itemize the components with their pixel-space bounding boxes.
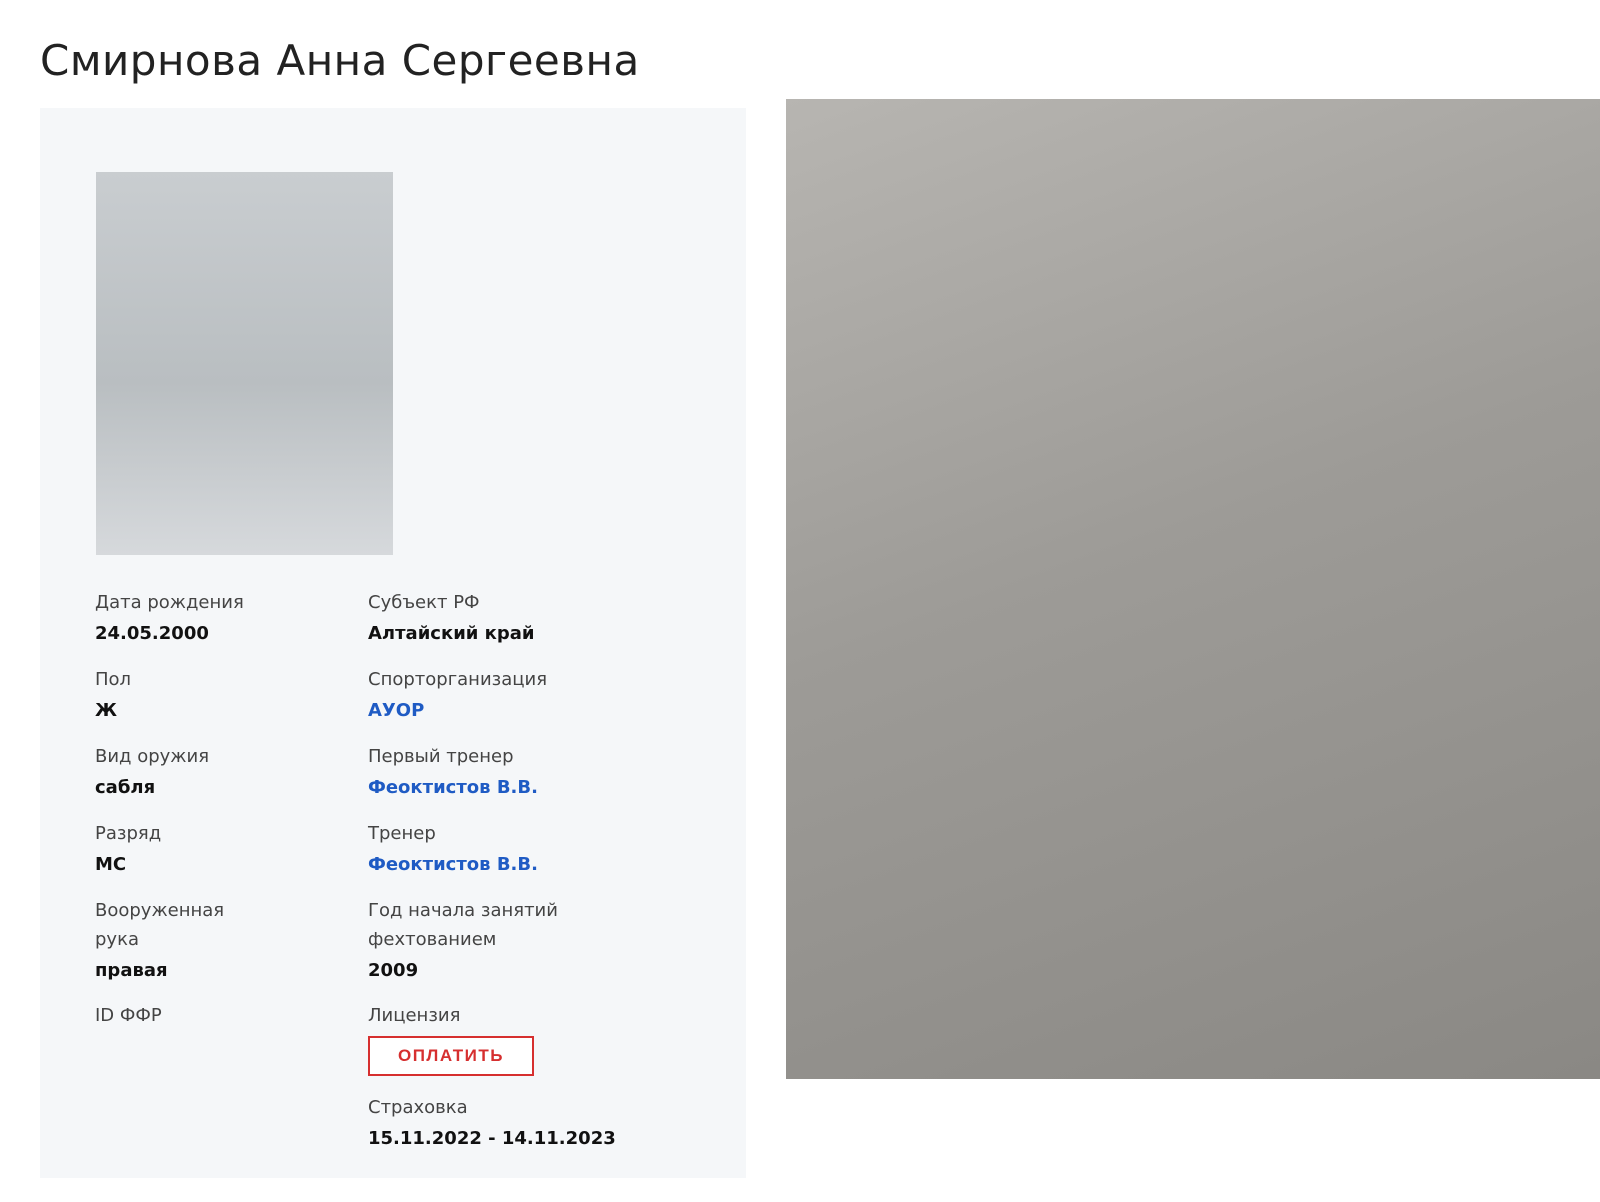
sport-org-field: Спорторганизация АУОР <box>368 665 547 727</box>
profile-card: Дата рождения 24.05.2000 Пол Ж Вид оружи… <box>40 108 746 1178</box>
weapon-field: Вид оружия сабля <box>95 742 209 804</box>
ffr-id-field: ID ФФР <box>95 1001 162 1030</box>
page-title: Смирнова Анна Сергеевна <box>40 36 640 85</box>
gender-label: Пол <box>95 669 132 690</box>
rank-value: МС <box>95 854 127 875</box>
first-coach-field: Первый тренер Феоктистов В.В. <box>368 742 538 804</box>
birth-date-label: Дата рождения <box>95 592 244 613</box>
start-year-label: Год начала занятий фехтованием <box>368 900 558 950</box>
insurance-label: Страховка <box>368 1097 468 1118</box>
region-field: Субъект РФ Алтайский край <box>368 588 535 650</box>
license-label: Лицензия <box>368 1005 461 1026</box>
insurance-field: Страховка 15.11.2022 - 14.11.2023 <box>368 1093 616 1155</box>
social-media-photo <box>786 99 1600 1079</box>
insurance-value: 15.11.2022 - 14.11.2023 <box>368 1128 616 1149</box>
birth-date-value: 24.05.2000 <box>95 623 209 644</box>
weapon-label: Вид оружия <box>95 746 210 767</box>
first-coach-link[interactable]: Феоктистов В.В. <box>368 772 538 804</box>
region-label: Субъект РФ <box>368 592 480 613</box>
sport-org-label: Спорторганизация <box>368 669 548 690</box>
rank-field: Разряд МС <box>95 819 161 881</box>
sport-org-link[interactable]: АУОР <box>368 695 547 727</box>
coach-field: Тренер Феоктистов В.В. <box>368 819 538 881</box>
start-year-value: 2009 <box>368 960 419 981</box>
coach-link[interactable]: Феоктистов В.В. <box>368 849 538 881</box>
license-field: Лицензия ОПЛАТИТЬ <box>368 1001 534 1076</box>
profile-photo <box>96 172 393 555</box>
birth-date-field: Дата рождения 24.05.2000 <box>95 588 244 650</box>
gender-field: Пол Ж <box>95 665 131 727</box>
pay-license-button[interactable]: ОПЛАТИТЬ <box>368 1036 534 1076</box>
gender-value: Ж <box>95 700 118 721</box>
coach-label: Тренер <box>368 823 436 844</box>
rank-label: Разряд <box>95 823 162 844</box>
armed-hand-field: Вооруженная рука правая <box>95 896 265 987</box>
start-year-field: Год начала занятий фехтованием 2009 <box>368 896 578 987</box>
ffr-id-label: ID ФФР <box>95 1005 162 1026</box>
weapon-value: сабля <box>95 777 156 798</box>
armed-hand-value: правая <box>95 960 168 981</box>
armed-hand-label: Вооруженная рука <box>95 900 225 950</box>
region-value: Алтайский край <box>368 623 535 644</box>
first-coach-label: Первый тренер <box>368 746 514 767</box>
